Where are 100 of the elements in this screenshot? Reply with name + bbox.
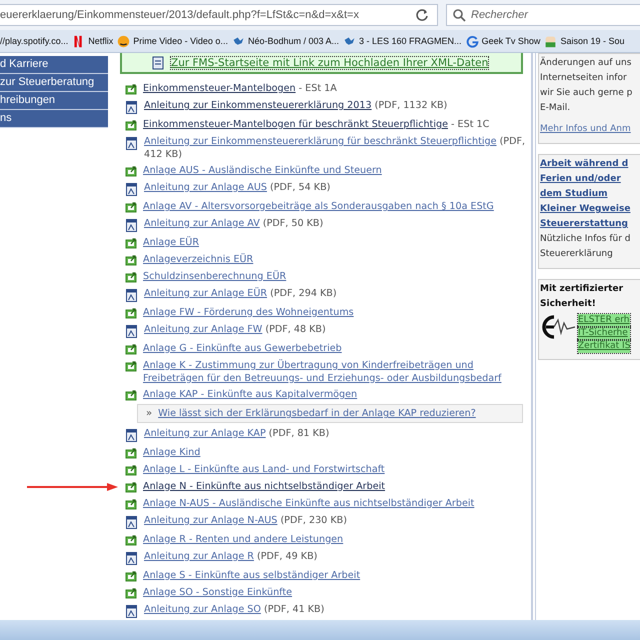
chevron-icon: » [146, 407, 152, 420]
document-entry: Anleitung zur Anlage FW (PDF, 48 KB) [144, 322, 326, 336]
document-link[interactable]: Anleitung zur Anlage N-AUS [144, 514, 278, 526]
form-icon [125, 200, 137, 214]
document-link[interactable]: Anlage G - Einkünfte aus Gewerbebetrieb [143, 342, 342, 355]
document-link[interactable]: Schuldzinsenberechnung EÜR [143, 270, 286, 283]
pdf-document-icon [125, 604, 138, 619]
document-entry: Anleitung zur Einkommensteuererklärung für beschränkt Steuerpflichtige (PDF, 412 KB) [144, 134, 526, 161]
document-link[interactable]: Anleitung zur Anlage R [144, 550, 254, 562]
bookmark-item[interactable]: Netflix [72, 34, 114, 48]
document-entry: Anleitung zur Anlage AV (PDF, 50 KB) [144, 216, 324, 230]
document-link[interactable]: Anlage AV - Altersvorsorgebeiträge als Sonderausgaben nach § 10a EStG [143, 200, 494, 213]
pdf-document-icon [125, 136, 138, 151]
form-icon [125, 83, 137, 96]
pdf-document-icon [125, 100, 138, 116]
document-link[interactable]: Anleitung zur Anlage FW [144, 324, 262, 335]
document-link[interactable]: Anlage AUS - Ausländische Einkünfte und Steuern [143, 164, 382, 177]
document-link[interactable]: Anleitung zur Anlage AUS [144, 182, 267, 193]
form-icon [125, 360, 137, 373]
form-icon [125, 498, 137, 511]
sidebar-item[interactable]: ns [0, 110, 108, 128]
document-link[interactable]: Einkommensteuer-Mantelbogen für beschränkt Steuerpflichtige [143, 119, 448, 130]
document-entry: Anleitung zur Einkommensteuererklärung 2013 (PDF, 1132 KB) [144, 99, 448, 112]
bookmark-item[interactable]: Prime Video - Video o... [117, 34, 228, 48]
document-link[interactable]: Einkommensteuer-Mantelbogen [143, 83, 296, 94]
logo-wave-icon [540, 314, 576, 340]
form-icon [125, 480, 137, 494]
reload-icon [415, 8, 429, 22]
panel-link[interactable]: Arbeit während d [540, 157, 640, 172]
form-icon [125, 534, 137, 547]
sidebar-item[interactable]: zur Steuerberatung [0, 74, 108, 92]
document-entry: Anleitung zur Anlage KAP (PDF, 81 KB) [144, 426, 330, 440]
bookmark-item[interactable]: Saison 19 - Sou [544, 34, 624, 48]
document-entry: Anleitung zur Anlage R (PDF, 49 KB) [144, 550, 318, 563]
document-link[interactable]: Wie lässt sich der Erklärungsbedarf in der Anlage KAP reduzieren? [158, 407, 476, 420]
more-info-link[interactable]: Mehr Infos und Anm [540, 122, 640, 137]
pdf-document-icon [125, 288, 138, 303]
document-link[interactable]: Anlage FW - Förderung des Wohneigentums [143, 306, 354, 319]
form-icon [125, 570, 137, 583]
form-icon [125, 586, 137, 600]
certificate-link[interactable]: IT-Sicherhe [578, 327, 630, 340]
panel-link[interactable]: dem Studium [540, 187, 640, 202]
form-icon [125, 236, 137, 250]
panel-link[interactable]: Kleiner Wegweise [540, 202, 640, 217]
bookmark-item[interactable]: Néo-Bodhum / 003 A... [232, 34, 340, 48]
document-link[interactable]: Anlage S - Einkünfte aus selbständiger Arbeit [143, 568, 360, 582]
document-link[interactable]: Anlageverzeichnis EÜR [143, 252, 254, 266]
document-entry: Anleitung zur Anlage AUS (PDF, 54 KB) [144, 180, 330, 194]
document-link[interactable]: Anleitung zur Anlage KAP [144, 428, 266, 439]
document-link[interactable]: Anleitung zur Einkommensteuererklärung 2013 [144, 100, 372, 112]
document-entry: Einkommensteuer-Mantelbogen - ESt 1A [143, 82, 337, 96]
pdf-document-icon [125, 182, 138, 197]
document-link[interactable]: Anlage R - Renten und andere Leistungen [143, 532, 344, 546]
panel-text: Steuererklärung [540, 248, 614, 261]
bookmark-item[interactable]: 3 - LES 160 FRAGMEN... [343, 34, 462, 48]
document-link[interactable]: Anleitung zur Anlage AV [144, 218, 260, 229]
form-icon [125, 270, 137, 284]
sidebar-item[interactable]: d Karriere [0, 56, 108, 74]
pdf-document-icon [125, 324, 138, 339]
document-link[interactable]: Anleitung zur Anlage SO [144, 604, 261, 615]
search-field[interactable]: Rechercher [446, 4, 640, 26]
pdf-document-icon [125, 550, 138, 566]
form-icon [125, 119, 137, 132]
document-link[interactable]: Anlage N-AUS - Ausländische Einkünfte aus nichtselbständiger Arbeit [143, 496, 474, 510]
panel-link[interactable]: Ferien und/oder [540, 172, 640, 187]
pdf-document-icon [125, 428, 138, 443]
letter-g-icon [466, 34, 479, 48]
pdf-document-icon [125, 218, 138, 233]
document-link[interactable]: Anleitung zur Anlage EÜR [144, 288, 268, 299]
document-link[interactable]: Anlage L - Einkünfte aus Land- und Forstwirtschaft [143, 462, 385, 476]
document-link[interactable]: Anlage EÜR [143, 236, 199, 249]
document-link[interactable]: Anlage Kind [143, 446, 200, 459]
upload-link[interactable]: Zur FMS-Startseite mit Link zum Hochladen Ihrer XML-Daten [171, 56, 488, 69]
document-entry: Anleitung zur Anlage SO (PDF, 41 KB) [144, 602, 324, 616]
form-icon [125, 342, 137, 356]
bookmark-item[interactable]: Geek Tv Show [466, 34, 540, 48]
panel-text: wir Sie auch gerne p [540, 87, 634, 100]
document-link[interactable]: Anleitung zur Einkommensteuererklärung für beschränkt Steuerpflichtige [144, 136, 497, 147]
document-link[interactable]: Anlage SO - Sonstige Einkünfte [143, 586, 292, 599]
address-bar[interactable]: euererklaerung/Einkommensteuer/2013/default.php?f=LfSt&c=n&d=x&t=x [0, 4, 438, 26]
document-entry: Anleitung zur Anlage EÜR (PDF, 294 KB) [144, 286, 337, 300]
form-icon [125, 306, 137, 320]
sidebar-item[interactable]: hreibungen [0, 92, 108, 110]
pdf-document-icon [125, 514, 138, 530]
document-entry: Einkommensteuer-Mantelbogen für beschränkt Steuerpflichtige - ESt 1C [143, 118, 490, 131]
panel-text: E-Mail. [540, 102, 572, 115]
document-link[interactable]: Anlage K - Zustimmung zur Übertragung von Kinderfreibeträgen und Freibeträgen für den Betreuungs- und Erziehungs- oder Ausbildungsbedarf [143, 358, 527, 385]
document-link[interactable]: Anlage N - Einkünfte aus nichtselbständiger Arbeit [143, 480, 386, 493]
document-icon [152, 56, 165, 70]
document-entry: Anleitung zur Anlage N-AUS (PDF, 230 KB) [144, 514, 347, 527]
bookmark-item[interactable]: //play.spotify.co... [0, 36, 68, 46]
panel-text: Nützliche Infos für d [540, 233, 632, 246]
form-icon [125, 446, 137, 460]
url-text: euererklaerung/Einkommensteuer/2013/default.php?f=LfSt&c=n&d=x&t=x [0, 9, 359, 21]
document-link[interactable]: Anlage KAP - Einkünfte aus Kapitalvermögen [143, 388, 358, 401]
panel-text: Internetseiten infor [540, 72, 628, 85]
certificate-link[interactable]: Zertifikat IS [578, 340, 630, 353]
panel-link[interactable]: Steuererstattung [540, 217, 640, 232]
certificate-link[interactable]: ELSTER erh [578, 314, 630, 327]
form-icon [125, 388, 137, 402]
